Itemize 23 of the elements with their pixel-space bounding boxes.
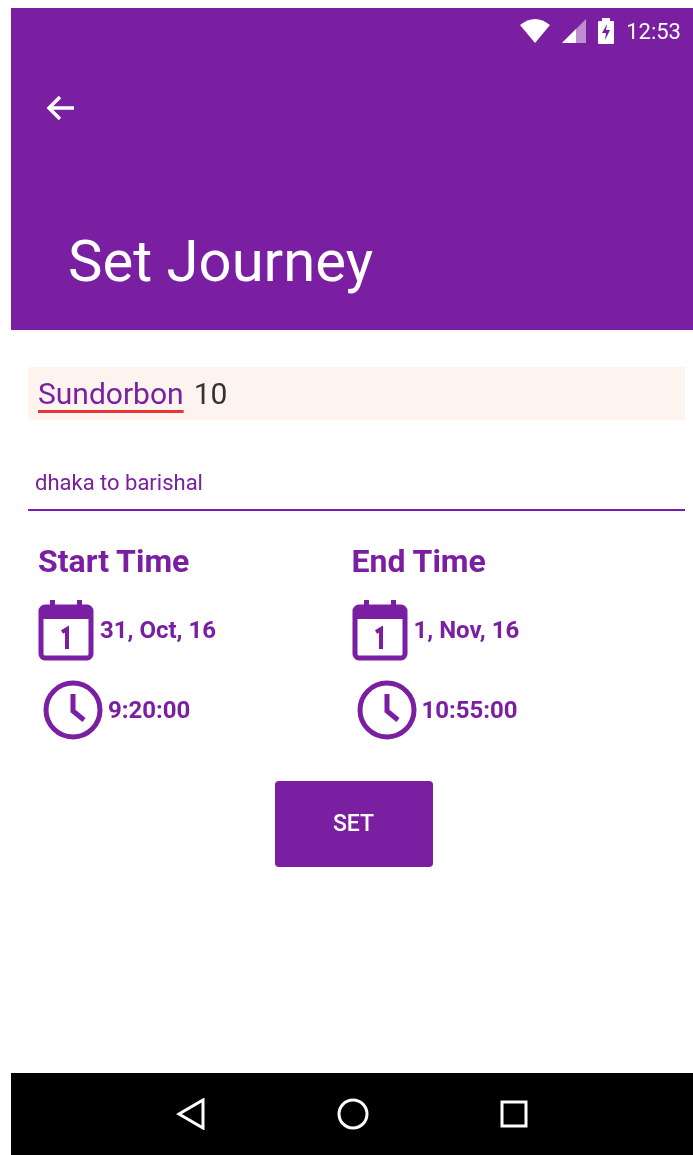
back-nav-icon[interactable] — [176, 1098, 207, 1130]
battery-charging-icon — [598, 18, 615, 44]
set-button[interactable]: SET — [274, 781, 433, 867]
signal-icon — [562, 19, 587, 43]
recents-nav-icon[interactable] — [499, 1100, 528, 1128]
field-word: Sundorbon — [38, 375, 184, 413]
date-value[interactable]: 31, Oct, 16 — [100, 612, 216, 648]
clock-icon — [42, 679, 104, 741]
column-heading: Start Time — [38, 545, 191, 577]
field-word: 10 — [193, 375, 228, 413]
column-heading: End Time — [351, 545, 487, 577]
route-field[interactable]: dhaka to barishal — [28, 456, 685, 511]
status-time: 12:53 — [626, 17, 681, 46]
calendar-icon — [38, 599, 94, 661]
wifi-icon — [520, 19, 551, 43]
clock-icon — [355, 679, 418, 741]
date-value[interactable]: 1, Nov, 16 — [413, 612, 520, 648]
name-field[interactable]: Sundorbon 10 — [28, 367, 685, 420]
home-nav-icon[interactable] — [337, 1098, 369, 1130]
time-value[interactable]: 9:20:00 — [108, 692, 191, 728]
calendar-icon — [351, 599, 408, 661]
back-arrow-icon — [46, 94, 76, 122]
time-value[interactable]: 10:55:00 — [421, 692, 518, 728]
